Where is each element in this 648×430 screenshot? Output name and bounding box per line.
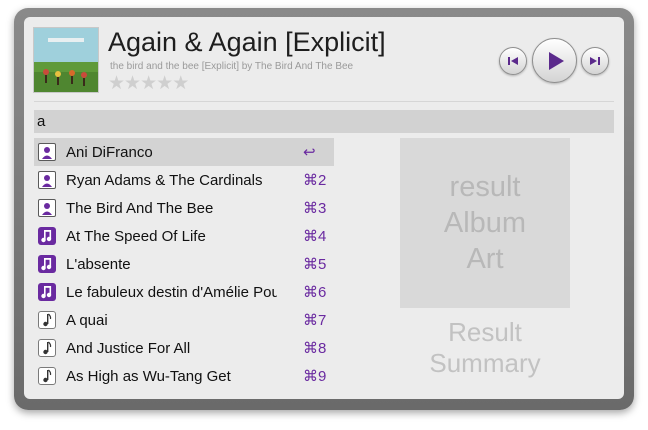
skip-previous-icon — [508, 57, 518, 65]
keyboard-shortcut: ⌘6 — [303, 284, 327, 301]
music-note-icon — [38, 311, 56, 329]
result-label: A quai — [66, 311, 108, 329]
result-label: Ani DiFranco — [66, 143, 153, 161]
keyboard-shortcut: ⌘3 — [303, 200, 327, 217]
next-button[interactable] — [581, 47, 609, 75]
result-row-album[interactable]: At The Speed Of Life ⌘4 — [34, 222, 334, 250]
play-button[interactable] — [532, 38, 577, 83]
play-icon — [548, 51, 564, 70]
keyboard-shortcut: ⌘8 — [303, 340, 327, 357]
track-subtitle: the bird and the bee [Explicit] by The B… — [110, 61, 354, 72]
keyboard-shortcut: ⌘9 — [303, 368, 327, 385]
player-panel: Again & Again [Explicit] the bird and th… — [24, 17, 624, 399]
result-row-track[interactable]: A quai ⌘7 — [34, 306, 334, 334]
album-art — [34, 28, 98, 92]
result-label: As High as Wu-Tang Get — [66, 367, 231, 385]
music-note-icon — [38, 339, 56, 357]
album-art-image — [34, 28, 98, 92]
result-summary: Result Summary — [429, 317, 541, 378]
result-label: The Bird And The Bee — [66, 199, 214, 217]
rating-star-2[interactable]: ★ — [124, 72, 141, 95]
result-label: Ryan Adams & The Cardinals — [66, 171, 263, 189]
result-row-artist[interactable]: The Bird And The Bee ⌘3 — [34, 194, 334, 222]
result-row-artist[interactable]: Ryan Adams & The Cardinals ⌘2 — [34, 166, 334, 194]
result-label: And Justice For All — [66, 339, 191, 357]
rating-star-5[interactable]: ★ — [172, 72, 189, 95]
search-input[interactable]: a — [34, 110, 614, 133]
result-album-art: result Album Art — [400, 138, 570, 308]
rating-star-1[interactable]: ★ — [108, 72, 125, 95]
header-divider — [34, 101, 614, 102]
result-row-track[interactable]: And Justice For All ⌘8 — [34, 334, 334, 362]
result-label: Le fabuleux destin d'Amélie Poulain — [66, 283, 277, 301]
track-title: Again & Again [Explicit] — [108, 27, 386, 57]
rating-star-3[interactable]: ★ — [140, 72, 157, 95]
result-label: At The Speed Of Life — [66, 227, 206, 245]
rating-star-4[interactable]: ★ — [156, 72, 173, 95]
playback-controls — [498, 38, 610, 84]
album-icon — [38, 255, 56, 273]
result-row-album[interactable]: Le fabuleux destin d'Amélie Poulain ⌘6 — [34, 278, 334, 306]
music-note-icon — [38, 367, 56, 385]
artist-icon — [38, 199, 56, 217]
rating-stars[interactable]: ★★★★★ — [108, 72, 189, 95]
album-icon — [38, 227, 56, 245]
result-row-album[interactable]: L'absente ⌘5 — [34, 250, 334, 278]
return-shortcut: ↩ — [303, 144, 316, 161]
artist-icon — [38, 171, 56, 189]
album-icon — [38, 283, 56, 301]
artist-icon — [38, 143, 56, 161]
result-row-artist[interactable]: Ani DiFranco ↩ — [34, 138, 334, 166]
result-album-art-placeholder: result Album Art — [443, 171, 527, 275]
previous-button[interactable] — [499, 47, 527, 75]
keyboard-shortcut: ⌘2 — [303, 172, 327, 189]
result-label: L'absente — [66, 255, 131, 273]
result-row-track[interactable]: As High as Wu-Tang Get ⌘9 — [34, 362, 334, 390]
skip-next-icon — [590, 57, 600, 65]
keyboard-shortcut: ⌘7 — [303, 312, 327, 329]
results-list: Ani DiFranco ↩ Ryan Adams & The Cardinal… — [34, 138, 334, 390]
keyboard-shortcut: ⌘5 — [303, 256, 327, 273]
keyboard-shortcut: ⌘4 — [303, 228, 327, 245]
